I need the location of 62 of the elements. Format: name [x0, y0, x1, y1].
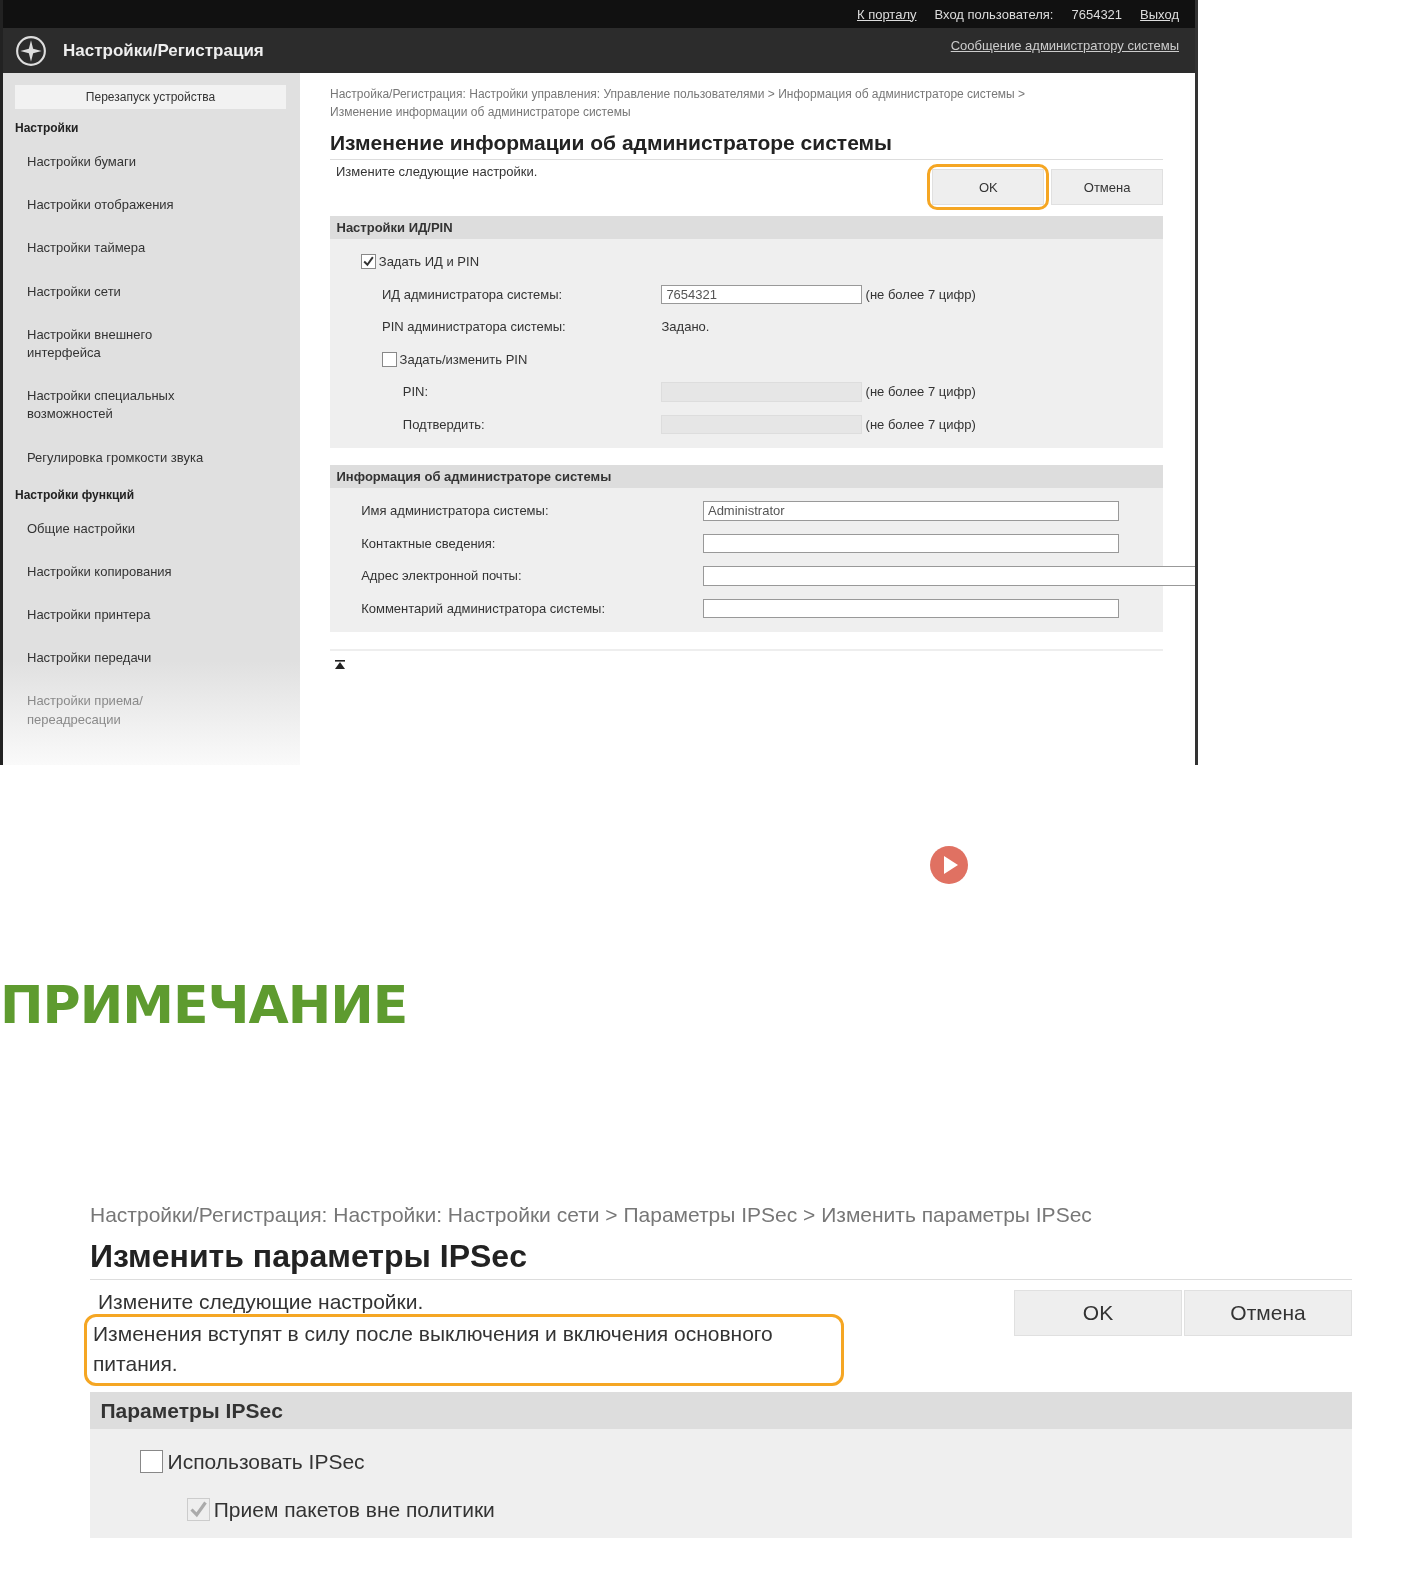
input-field[interactable]: 7654321: [661, 284, 862, 305]
checkbox-label: Задать/изменить PIN: [399, 351, 528, 367]
sidebar-item[interactable]: Настройки таймера: [3, 231, 217, 275]
field-label: Комментарий администратора системы:: [361, 600, 607, 616]
dialog-button[interactable]: OK: [1014, 1289, 1182, 1336]
input-field[interactable]: [703, 533, 1120, 554]
user-id: 7654321: [1071, 6, 1123, 22]
dialog-button[interactable]: Отмена: [1184, 1289, 1352, 1336]
checkbox[interactable]: [140, 1450, 164, 1474]
sidebar-heading: Настройки: [14, 120, 80, 137]
page-title: Изменение информации об администраторе системы: [330, 121, 1163, 160]
instruction-text: Измените следующие настройки.: [336, 164, 538, 179]
sidebar-item[interactable]: Настройки копирования: [3, 554, 217, 599]
sidebar-item[interactable]: Настройки отображения: [3, 188, 217, 232]
input-field[interactable]: [703, 566, 1195, 586]
sidebar-item[interactable]: Настройки специальных возможностей: [3, 379, 217, 441]
section-header: Информация об администраторе системы: [330, 465, 1163, 489]
checkbox-label: Использовать IPSec: [167, 1449, 365, 1474]
portal-link[interactable]: К порталу: [856, 6, 917, 22]
checkbox-label: Задать ИД и PIN: [378, 254, 480, 270]
notice-text: Изменения вступят в силу после выключения и включения основного питания.: [93, 1321, 773, 1376]
sidebar-item[interactable]: Настройки принтера: [3, 598, 217, 642]
ok-button[interactable]: OK: [932, 169, 1045, 206]
sidebar-heading: Настройки функций: [14, 486, 136, 504]
checkbox[interactable]: [361, 254, 377, 270]
field-label: Подтвердить:: [402, 416, 486, 432]
section-header: Настройки ИД/PIN: [330, 216, 1163, 240]
field-hint: (не более 7 цифр): [865, 384, 976, 400]
field-label: Имя администратора системы:: [361, 503, 550, 519]
checkbox[interactable]: [382, 351, 397, 367]
checkbox-label: Прием пакетов вне политики: [213, 1497, 495, 1522]
note-heading: ПРИМЕЧАНИЕ: [0, 974, 408, 1035]
sidebar-item[interactable]: Настройки бумаги: [3, 145, 217, 189]
dialog-button[interactable]: Отмена: [1051, 169, 1163, 206]
logout-link[interactable]: Выход: [1140, 6, 1179, 22]
input-field[interactable]: [703, 598, 1120, 619]
breadcrumb: Настройка/Регистрация: Настройки управления: Управление пользователями > Информация об администраторе системы > Изменение информации об администраторе системы: [330, 86, 1027, 121]
field-hint: (не более 7 цифр): [865, 286, 976, 302]
login-label: Вход пользователя:: [934, 6, 1054, 22]
input-field[interactable]: Administrator: [703, 501, 1120, 521]
sidebar-item[interactable]: Регулировка громкости звука: [3, 440, 217, 484]
breadcrumb: Настройки/Регистрация: Настройки: Настройки сети > Параметры IPSec > Изменить параметры IPSec: [90, 1202, 1093, 1228]
sidebar-item[interactable]: Общие настройки: [3, 511, 217, 555]
field-label: ИД администратора системы:: [382, 286, 564, 302]
field-label: PIN администратора системы:: [382, 319, 567, 335]
field-label: Контактные сведения:: [361, 535, 497, 551]
field-hint: (не более 7 цифр): [865, 416, 976, 432]
message-link[interactable]: Сообщение администратору системы: [950, 38, 1179, 53]
field-label: PIN:: [402, 384, 430, 400]
page-title: Изменить параметры IPSec: [90, 1231, 1352, 1280]
instruction-text: Измените следующие настройки.: [98, 1289, 425, 1314]
play-icon[interactable]: [929, 845, 969, 885]
sidebar-item[interactable]: Настройки внешнего интерфейса: [3, 317, 217, 380]
logo-icon: [15, 34, 47, 67]
field-label: Адрес электронной почты:: [361, 568, 523, 584]
section-header: Параметры IPSec: [90, 1392, 1352, 1430]
field-value: Задано.: [661, 319, 710, 335]
sidebar-item[interactable]: Настройки передачи: [3, 641, 217, 685]
scroll-top-icon[interactable]: [334, 659, 346, 672]
restart-button[interactable]: Перезапуск устройства: [15, 85, 286, 109]
sidebar-item[interactable]: Настройки сети: [3, 274, 217, 318]
app-title: Настройки/Регистрация: [63, 40, 265, 61]
